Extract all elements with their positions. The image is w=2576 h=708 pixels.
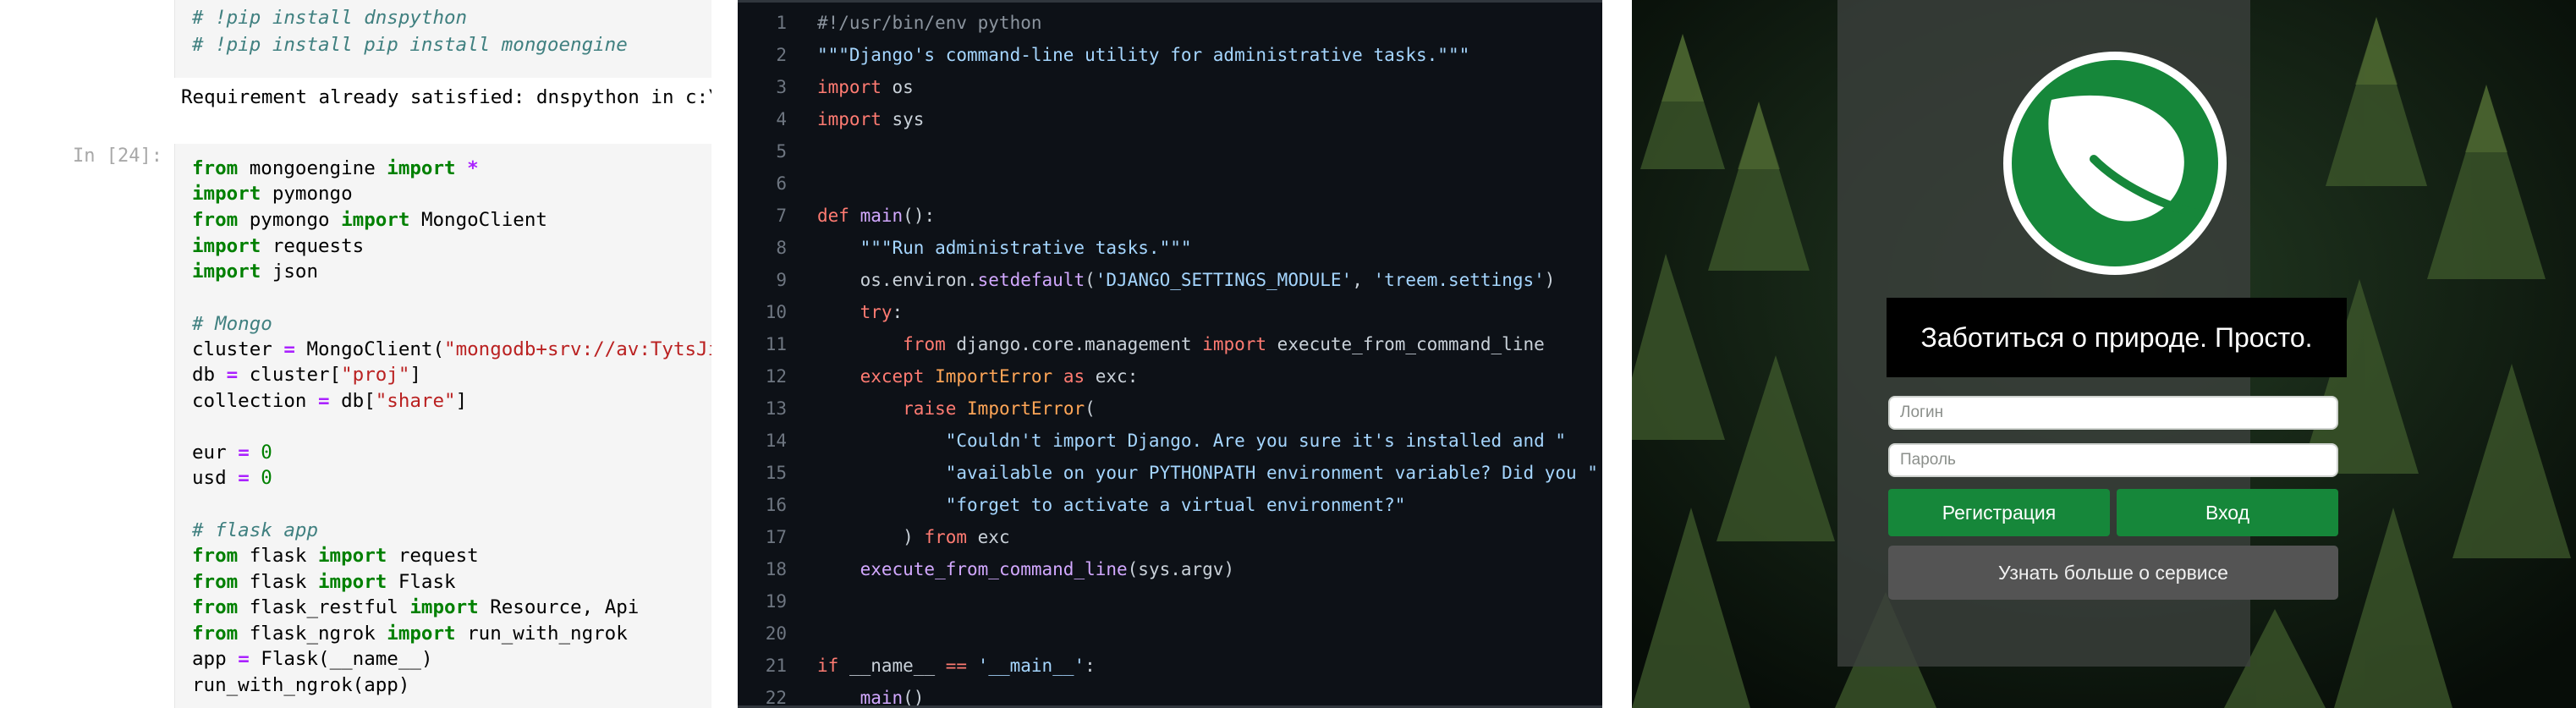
line-number: 16 [765, 495, 787, 515]
editor-line: 11 from django.core.management import ex… [738, 328, 1602, 360]
code-line: from flask_ngrok import run_with_ngrok [192, 623, 628, 645]
code-line: from pymongo import MongoClient [192, 209, 547, 231]
line-number: 4 [776, 109, 787, 129]
line-number: 15 [765, 463, 787, 483]
code-line: usd = 0 [192, 467, 272, 489]
cell-prompt: In [24]: [73, 145, 162, 167]
code-text: import sys [817, 109, 925, 129]
code-line: eur = 0 [192, 442, 272, 464]
code-line: collection = db["share"] [192, 390, 468, 412]
code-text: from django.core.management import execu… [903, 334, 1545, 354]
line-number: 3 [776, 77, 787, 97]
line-number: 5 [776, 141, 787, 162]
code-text: if __name__ == '__main__': [817, 656, 1096, 676]
code-line: from flask import request [192, 545, 479, 567]
line-number: 12 [765, 366, 787, 387]
editor-line: 18 execute_from_command_line(sys.argv) [738, 553, 1602, 585]
code-line: run_with_ngrok(app) [192, 674, 410, 696]
line-number: 22 [765, 688, 787, 708]
code-line: import pymongo [192, 183, 353, 205]
editor-line: 5 [738, 135, 1602, 167]
code-cell-24[interactable]: from mongoengine import * import pymongo… [174, 144, 711, 708]
code-line: app = Flask(__name__) [192, 648, 433, 670]
leaf-icon [2003, 52, 2227, 275]
editor-line: 21 if __name__ == '__main__': [738, 650, 1602, 682]
login-page-panel: Заботиться о природе. Просто. Регистраци… [1632, 0, 2576, 708]
editor-line: 12 except ImportError as exc: [738, 360, 1602, 392]
line-number: 8 [776, 238, 787, 258]
password-field[interactable] [1888, 443, 2338, 477]
code-line: db = cluster["proj"] [192, 364, 421, 386]
code-line: # !pip install pip install mongoengine [192, 34, 628, 56]
code-text: def main(): [817, 206, 936, 226]
code-text: "forget to activate a virtual environmen… [817, 495, 1406, 515]
code-text: "available on your PYTHONPATH environmen… [817, 463, 1598, 483]
code-cell-pip[interactable]: # !pip install dnspython # !pip install … [174, 0, 711, 78]
code-line: import requests [192, 235, 365, 257]
editor-line: 8 """Run administrative tasks.""" [738, 232, 1602, 264]
code-text: os.environ.setdefault('DJANGO_SETTINGS_M… [817, 270, 1556, 290]
editor-line: 6 [738, 167, 1602, 200]
code-text: """Django's command-line utility for adm… [817, 45, 1470, 65]
code-line: from flask_restful import Resource, Api [192, 596, 640, 618]
editor-line: 10 try: [738, 296, 1602, 328]
learn-more-button[interactable]: Узнать больше о сервисе [1888, 546, 2338, 600]
signin-button[interactable]: Вход [2117, 489, 2338, 536]
line-number: 17 [765, 527, 787, 547]
editor-line: 3 import os [738, 71, 1602, 103]
line-number: 20 [765, 623, 787, 644]
code-editor-panel: 1 #!/usr/bin/env python 2 """Django's comm… [738, 0, 1602, 708]
code-text: ) from exc [817, 527, 1010, 547]
code-text: try: [860, 302, 904, 322]
line-number: 19 [765, 591, 787, 612]
editor-line: 20 [738, 617, 1602, 650]
line-number: 9 [776, 270, 787, 290]
editor-line: 19 [738, 585, 1602, 617]
code-line: # !pip install dnspython [192, 7, 468, 29]
line-number: 14 [765, 431, 787, 451]
editor-line: 14 "Couldn't import Django. Are you sure… [738, 425, 1602, 457]
code-text: execute_from_command_line(sys.argv) [860, 559, 1235, 579]
editor-line: 16 "forget to activate a virtual environ… [738, 489, 1602, 521]
line-number: 1 [776, 13, 787, 33]
code-line: # Mongo [192, 313, 272, 335]
line-number: 7 [776, 206, 787, 226]
code-line: cluster = MongoClient("mongodb+srv://av:… [192, 338, 711, 360]
line-number: 21 [765, 656, 787, 676]
editor-line: 13 raise ImportError( [738, 392, 1602, 425]
line-number: 10 [765, 302, 787, 322]
editor-line: 17 ) from exc [738, 521, 1602, 553]
cell-output: Requirement already satisfied: dnspython… [181, 86, 711, 108]
register-button[interactable]: Регистрация [1888, 489, 2110, 536]
tagline: Заботиться о природе. Просто. [1887, 298, 2347, 377]
line-number: 18 [765, 559, 787, 579]
line-number: 2 [776, 45, 787, 65]
code-text: """Run administrative tasks.""" [817, 238, 1192, 258]
line-number: 6 [776, 173, 787, 194]
line-number: 13 [765, 398, 787, 419]
code-line: import json [192, 261, 319, 283]
line-number: 11 [765, 334, 787, 354]
code-text: except ImportError as exc: [860, 366, 1139, 387]
editor-line: 2 """Django's command-line utility for ad… [738, 39, 1602, 71]
code-text: #!/usr/bin/env python [817, 13, 1042, 33]
editor-line: 22 main() [738, 682, 1602, 708]
editor-line: 4 import sys [738, 103, 1602, 135]
code-text: raise ImportError( [903, 398, 1096, 419]
code-text: "Couldn't import Django. Are you sure it… [817, 431, 1567, 451]
code-line: from flask import Flask [192, 571, 456, 593]
code-text: main() [860, 688, 925, 708]
code-text: import os [817, 77, 914, 97]
editor-line: 1 #!/usr/bin/env python [738, 7, 1602, 39]
editor-line: 15 "available on your PYTHONPATH environ… [738, 457, 1602, 489]
jupyter-notebook-panel: # !pip install dnspython # !pip install … [0, 0, 711, 708]
editor-line: 9 os.environ.setdefault('DJANGO_SETTINGS… [738, 264, 1602, 296]
code-line: from mongoengine import * [192, 157, 479, 179]
login-field[interactable] [1888, 396, 2338, 430]
code-line: # flask app [192, 519, 319, 541]
editor-line: 7 def main(): [738, 200, 1602, 232]
